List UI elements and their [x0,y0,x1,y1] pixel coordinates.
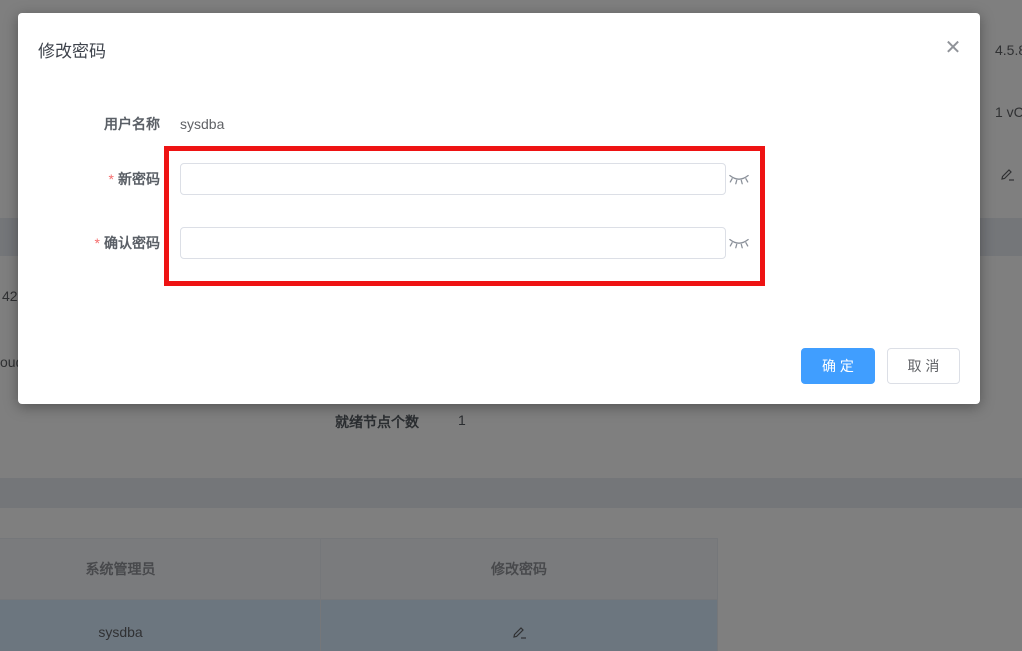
confirm-button[interactable]: 确 定 [801,348,875,384]
eye-closed-icon[interactable] [728,170,750,188]
eye-closed-icon[interactable] [728,234,750,252]
new-password-row: * 新密码 [18,163,980,195]
dialog-footer: 确 定 取 消 [18,348,980,384]
confirm-password-input[interactable] [180,227,726,259]
cancel-button[interactable]: 取 消 [887,348,960,384]
page: 4.5.8 1 vCPU 42 oud 就绪节点个数 1 系统管理员 修改密码 … [0,0,1022,651]
required-asterisk: * [109,171,114,187]
change-password-dialog: 修改密码 ✕ 用户名称 sysdba * 新密码 [18,13,980,404]
confirm-password-label: * 确认密码 [18,227,160,259]
required-asterisk: * [95,235,100,251]
new-password-label: * 新密码 [18,163,160,195]
confirm-password-row: * 确认密码 [18,227,980,259]
username-row: 用户名称 sysdba [18,110,980,138]
username-label: 用户名称 [18,110,160,138]
new-password-input[interactable] [180,163,726,195]
dialog-title: 修改密码 [38,37,106,62]
close-icon[interactable]: ✕ [939,33,967,61]
username-value: sysdba [180,110,224,138]
